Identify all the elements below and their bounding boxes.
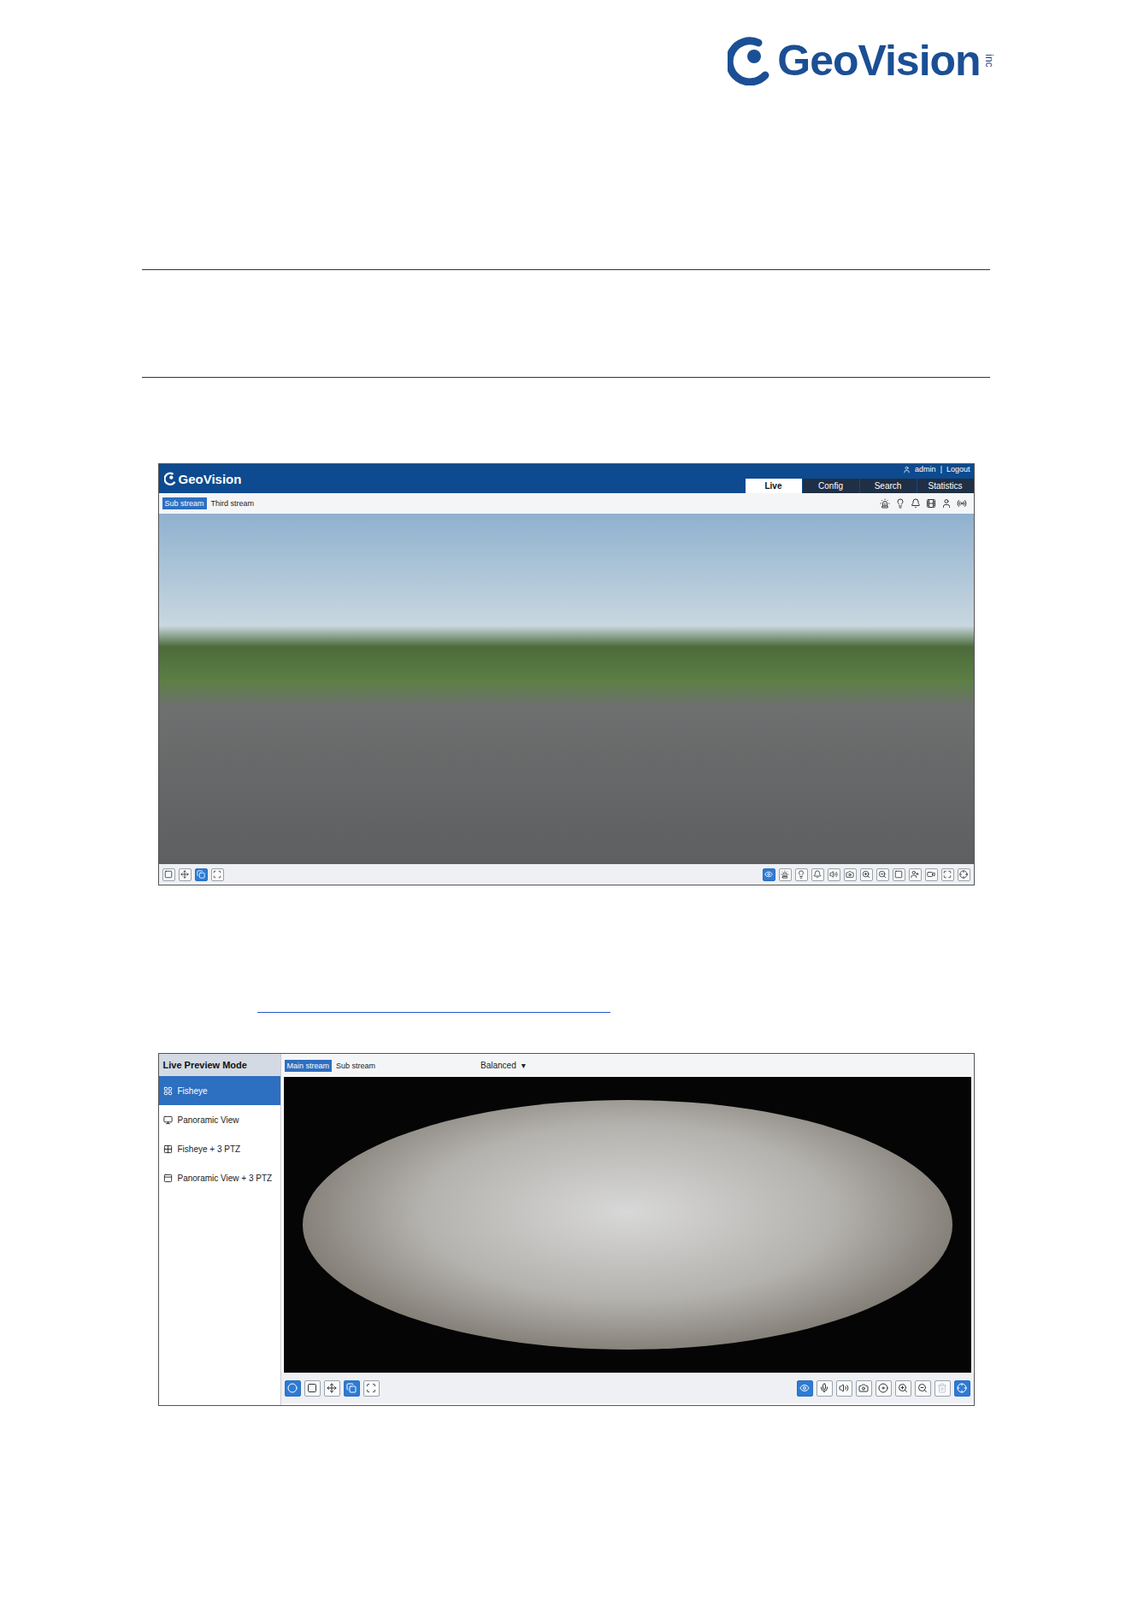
preview-mode-sidebar: Live Preview ModeFisheyePanoramic ViewFi… — [159, 1054, 282, 1406]
sidebar-title: Live Preview Mode — [159, 1054, 281, 1077]
tool-button[interactable] — [343, 1380, 360, 1398]
link-underline — [257, 1012, 611, 1014]
logo-suffix: inc — [982, 53, 995, 67]
tool-button[interactable] — [892, 868, 906, 882]
tool-button[interactable] — [363, 1380, 380, 1398]
tool-button[interactable] — [895, 1380, 912, 1398]
status-icon[interactable] — [893, 496, 908, 511]
fisheye-image — [302, 1100, 953, 1351]
stream-option[interactable]: Main stream — [284, 1060, 333, 1073]
stream-option[interactable]: Sub stream — [333, 1060, 378, 1073]
sidebar-item[interactable]: Panoramic View — [159, 1105, 281, 1135]
mode-icon — [163, 1173, 173, 1184]
logout-link[interactable]: Logout — [946, 465, 971, 474]
tool-button[interactable] — [957, 868, 971, 882]
sidebar-item[interactable]: Fisheye — [159, 1076, 281, 1106]
brand-mark-icon — [164, 471, 177, 486]
fisheye-toolbar — [281, 1373, 974, 1404]
tool-button[interactable] — [816, 1380, 833, 1398]
nav-tab[interactable]: Search — [859, 478, 917, 494]
logo-mark-icon — [727, 35, 773, 86]
nav-tab[interactable]: Live — [744, 478, 802, 494]
stream-row: Main streamSub stream Balanced▾ — [281, 1054, 974, 1078]
tool-button[interactable] — [875, 1380, 892, 1398]
logo-name: GeoVision — [777, 35, 980, 86]
tool-button[interactable] — [843, 868, 857, 882]
fisheye-screenshot: Live Preview ModeFisheyePanoramic ViewFi… — [158, 1053, 975, 1407]
app-header: GeoVision admin|Logout LiveConfigSearchSta… — [159, 464, 974, 494]
logo-row: GeoVisioninc — [0, 35, 1132, 86]
document-page: GeoVisionincGeoVisionadmin|LogoutLiveCon… — [0, 0, 1132, 1600]
stream-option[interactable]: Sub stream — [162, 497, 207, 510]
mode-icon — [163, 1086, 173, 1097]
tool-button[interactable] — [324, 1380, 341, 1398]
tool-button[interactable] — [827, 868, 841, 882]
brand-logo: GeoVisioninc — [727, 35, 996, 86]
live-video-photo — [159, 513, 974, 865]
user-icon — [902, 465, 911, 474]
app-brand: GeoVision — [164, 464, 242, 494]
stream-row: Sub streamThird stream — [159, 493, 974, 514]
tool-button[interactable] — [304, 1380, 321, 1398]
tool-button[interactable] — [284, 1380, 301, 1398]
tool-button[interactable] — [795, 868, 808, 882]
tool-button[interactable] — [941, 868, 955, 882]
quality-dropdown[interactable]: Balanced▾ — [480, 1061, 526, 1071]
heading-rule — [141, 269, 991, 271]
live-screenshot: GeoVision admin|Logout LiveConfigSearchSta… — [158, 463, 975, 886]
tool-button[interactable] — [178, 868, 192, 882]
user-row: admin|Logout — [899, 464, 973, 474]
stream-option[interactable]: Third stream — [208, 497, 258, 510]
tool-button[interactable] — [811, 868, 825, 882]
user-name[interactable]: admin — [914, 465, 937, 474]
tool-button[interactable] — [194, 868, 208, 882]
tool-button — [934, 1380, 951, 1398]
tool-button[interactable] — [925, 868, 938, 882]
tool-button[interactable] — [914, 1380, 932, 1398]
tool-button[interactable] — [876, 868, 890, 882]
status-icon[interactable] — [908, 496, 923, 511]
tool-button[interactable] — [954, 1380, 971, 1398]
tool-button[interactable] — [211, 868, 225, 882]
status-icon[interactable] — [878, 496, 892, 511]
nav-tab[interactable]: Config — [801, 478, 860, 494]
tool-button[interactable] — [778, 868, 792, 882]
nav-tabs: LiveConfigSearchStatistics — [744, 478, 974, 494]
status-icon[interactable] — [939, 496, 954, 511]
tool-button[interactable] — [162, 868, 176, 882]
tool-button[interactable] — [860, 868, 873, 882]
sidebar-item[interactable]: Fisheye + 3 PTZ — [159, 1134, 281, 1164]
status-icon[interactable] — [924, 496, 938, 511]
tool-button[interactable] — [762, 868, 776, 882]
heading-rule — [141, 377, 991, 378]
sidebar-item[interactable]: Panoramic View + 3 PTZ — [159, 1163, 281, 1193]
tool-button[interactable] — [836, 1380, 853, 1398]
fisheye-video — [283, 1077, 972, 1374]
tool-button[interactable] — [855, 1380, 873, 1398]
tool-button[interactable] — [908, 868, 922, 882]
nav-tab[interactable]: Statistics — [916, 478, 974, 494]
status-icon[interactable] — [955, 496, 969, 511]
mode-icon — [163, 1115, 173, 1126]
mode-icon — [163, 1144, 173, 1155]
tool-button[interactable] — [796, 1380, 814, 1398]
live-toolbar — [159, 864, 974, 885]
